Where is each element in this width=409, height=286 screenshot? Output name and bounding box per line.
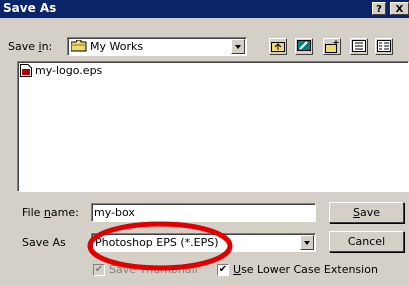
cancel-button[interactable]: Cancel	[329, 231, 404, 252]
close-button[interactable]: X	[390, 2, 409, 15]
save-button[interactable]: Save	[329, 202, 404, 223]
new-folder-button[interactable]	[323, 38, 341, 55]
chevron-down-icon[interactable]	[300, 235, 314, 250]
chevron-down-icon[interactable]	[231, 39, 245, 54]
save-thumbnail-checkbox[interactable]: ✔	[93, 264, 105, 276]
details-view-icon	[377, 40, 391, 52]
save-in-label: Save in:	[8, 40, 53, 53]
file-name-value: my-box	[94, 206, 135, 219]
title-bar: Save As ? X	[0, 0, 409, 18]
save-as-dialog: Save As ? X Save in: My Works my-logo.ep…	[0, 0, 409, 286]
details-view-button[interactable]	[375, 38, 393, 55]
new-folder-icon	[325, 40, 339, 53]
save-in-value: My Works	[90, 40, 144, 53]
up-folder-icon	[271, 42, 285, 52]
file-name-label: my-logo.eps	[35, 64, 103, 77]
folder-icon	[71, 40, 87, 52]
lowercase-extension-label: Use Lower Case Extension	[233, 263, 378, 276]
save-thumbnail-label: Save Thumbnail	[109, 263, 198, 276]
list-view-button[interactable]	[350, 38, 368, 55]
save-as-type-label: Save As	[22, 236, 66, 249]
desktop-button[interactable]	[295, 38, 313, 55]
eps-file-icon	[20, 64, 32, 77]
help-button[interactable]: ?	[372, 2, 386, 15]
file-list[interactable]: my-logo.eps	[17, 61, 409, 192]
list-view-icon	[352, 40, 366, 52]
save-as-type-dropdown[interactable]: Photoshop EPS (*.EPS)	[91, 233, 316, 252]
up-one-level-button[interactable]	[269, 38, 287, 55]
window-title: Save As	[3, 1, 57, 15]
lowercase-extension-checkbox[interactable]: ✔	[217, 264, 229, 276]
file-name-input[interactable]: my-box	[91, 203, 316, 222]
desktop-icon	[297, 40, 311, 51]
file-name-field-label: File name:	[22, 206, 79, 219]
save-as-type-value: Photoshop EPS (*.EPS)	[95, 236, 219, 249]
save-in-dropdown[interactable]: My Works	[67, 37, 247, 56]
